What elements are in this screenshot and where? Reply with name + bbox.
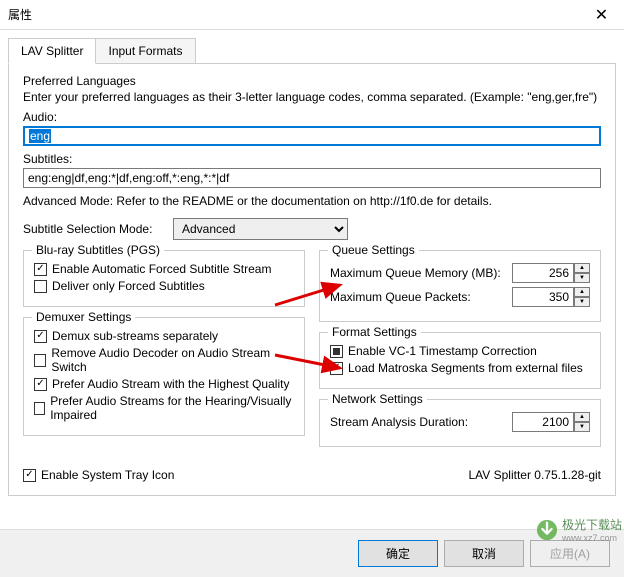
ok-button[interactable]: 确定	[358, 540, 438, 567]
subtitle-mode-select[interactable]: Advanced	[173, 218, 348, 240]
queue-legend: Queue Settings	[328, 243, 419, 257]
network-legend: Network Settings	[328, 392, 427, 406]
queue-fieldset: Queue Settings Maximum Queue Memory (MB)…	[319, 250, 601, 322]
advanced-note: Advanced Mode: Refer to the README or th…	[23, 194, 601, 208]
queue-packets-down[interactable]: ▼	[574, 297, 590, 307]
format-fieldset: Format Settings Enable VC-1 Timestamp Co…	[319, 332, 601, 389]
apply-button[interactable]: 应用(A)	[530, 540, 610, 567]
queue-mem-down[interactable]: ▼	[574, 273, 590, 283]
analysis-up[interactable]: ▲	[574, 412, 590, 422]
bluray-legend: Blu-ray Subtitles (PGS)	[32, 243, 164, 257]
bluray-fieldset: Blu-ray Subtitles (PGS) Enable Automatic…	[23, 250, 305, 307]
prefer-hq-label: Prefer Audio Stream with the Highest Qua…	[52, 377, 289, 391]
deliver-only-label: Deliver only Forced Subtitles	[52, 279, 205, 293]
tab-strip: LAV Splitter Input Formats	[0, 30, 624, 64]
remove-decoder-label: Remove Audio Decoder on Audio Stream Swi…	[51, 346, 294, 374]
titlebar: 属性 ✕	[0, 0, 624, 30]
prefer-hq-checkbox[interactable]	[34, 378, 47, 391]
demuxer-fieldset: Demuxer Settings Demux sub-streams separ…	[23, 317, 305, 436]
vc1-checkbox[interactable]	[330, 345, 343, 358]
format-legend: Format Settings	[328, 325, 421, 339]
window-title: 属性	[8, 6, 32, 23]
demuxer-legend: Demuxer Settings	[32, 310, 135, 324]
subtitle-mode-label: Subtitle Selection Mode:	[23, 222, 173, 236]
queue-packets-up[interactable]: ▲	[574, 287, 590, 297]
matroska-checkbox[interactable]	[330, 362, 343, 375]
demux-sub-checkbox[interactable]	[34, 330, 47, 343]
tray-icon-checkbox[interactable]	[23, 469, 36, 482]
enable-forced-label: Enable Automatic Forced Subtitle Stream	[52, 262, 271, 276]
cancel-button[interactable]: 取消	[444, 540, 524, 567]
tab-lav-splitter[interactable]: LAV Splitter	[8, 38, 96, 64]
analysis-down[interactable]: ▼	[574, 422, 590, 432]
subtitles-input[interactable]	[23, 168, 601, 188]
remove-decoder-checkbox[interactable]	[34, 354, 46, 367]
analysis-label: Stream Analysis Duration:	[330, 415, 512, 429]
vc1-label: Enable VC-1 Timestamp Correction	[348, 344, 537, 358]
queue-mem-label: Maximum Queue Memory (MB):	[330, 266, 512, 280]
audio-input[interactable]: eng	[23, 126, 601, 146]
tray-icon-label: Enable System Tray Icon	[41, 468, 174, 482]
matroska-label: Load Matroska Segments from external fil…	[348, 361, 583, 375]
queue-packets-label: Maximum Queue Packets:	[330, 290, 512, 304]
tab-input-formats[interactable]: Input Formats	[95, 38, 195, 64]
prefer-impaired-checkbox[interactable]	[34, 402, 45, 415]
version-text: LAV Splitter 0.75.1.28-git	[468, 468, 601, 482]
prefer-impaired-label: Prefer Audio Streams for the Hearing/Vis…	[50, 394, 294, 422]
queue-mem-input[interactable]	[512, 263, 574, 283]
subtitles-label: Subtitles:	[23, 152, 601, 166]
pref-lang-heading: Preferred Languages	[23, 74, 601, 88]
analysis-input[interactable]	[512, 412, 574, 432]
audio-label: Audio:	[23, 110, 601, 124]
enable-forced-checkbox[interactable]	[34, 263, 47, 276]
button-bar: 确定 取消 应用(A)	[0, 529, 624, 577]
queue-packets-input[interactable]	[512, 287, 574, 307]
queue-mem-up[interactable]: ▲	[574, 263, 590, 273]
settings-panel: Preferred Languages Enter your preferred…	[8, 63, 616, 496]
deliver-only-checkbox[interactable]	[34, 280, 47, 293]
close-button[interactable]: ✕	[579, 0, 624, 30]
demux-sub-label: Demux sub-streams separately	[52, 329, 218, 343]
pref-lang-desc: Enter your preferred languages as their …	[23, 90, 601, 104]
network-fieldset: Network Settings Stream Analysis Duratio…	[319, 399, 601, 447]
